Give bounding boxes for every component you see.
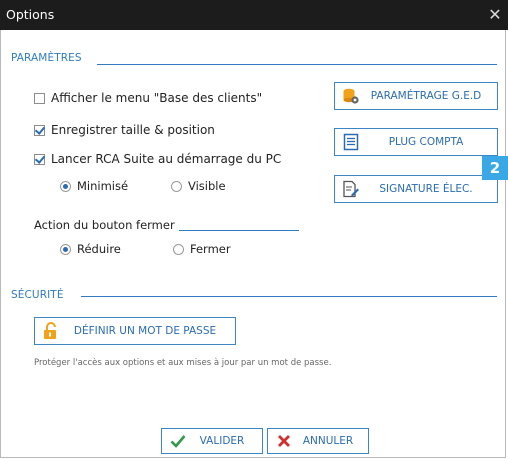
parametres-divider [97,64,497,65]
menu-clients-checkbox[interactable] [34,92,45,104]
radio-visible[interactable]: Visible [171,179,226,193]
radio-reduire-label: Réduire [77,242,121,256]
close-action-divider [179,230,299,231]
radio-minimise-circle[interactable] [60,180,71,192]
close-icon[interactable]: ✕ [484,4,506,26]
save-size-checkbox-row[interactable]: Enregistrer taille & position [34,123,215,137]
step-badge: 2 [482,156,508,180]
annuler-label: ANNULER [302,435,354,447]
title-bar: Options ✕ [0,0,508,30]
launch-startup-label: Lancer RCA Suite au démarrage du PC [51,152,282,166]
plug-compta-label: PLUG COMPTA [388,136,464,148]
securite-divider [81,296,497,297]
save-size-checkbox[interactable] [34,124,45,136]
signature-elec-label: SIGNATURE ÉLEC. [379,183,473,195]
radio-fermer-circle[interactable] [173,243,184,255]
radio-fermer-label: Fermer [190,242,231,256]
menu-clients-label: Afficher le menu "Base des clients" [51,91,263,105]
x-mark-icon [274,431,294,451]
launch-startup-checkbox-row[interactable]: Lancer RCA Suite au démarrage du PC [34,152,281,166]
window-title: Options [6,7,55,22]
radio-minimise[interactable]: Minimisé [60,179,128,193]
radio-visible-circle[interactable] [171,180,182,192]
database-gear-icon [341,86,361,106]
launch-startup-checkbox[interactable] [34,153,45,165]
plug-compta-button[interactable]: PLUG COMPTA [334,128,498,156]
password-hint: Protéger l'accès aux options et aux mise… [34,358,332,368]
radio-reduire[interactable]: Réduire [60,242,121,256]
signature-elec-button[interactable]: SIGNATURE ÉLEC. [334,175,498,203]
radio-reduire-circle[interactable] [60,243,71,255]
options-dialog: PARAMÈTRES Afficher le menu "Base des cl… [0,30,506,458]
padlock-icon [41,321,61,341]
radio-minimise-label: Minimisé [77,179,129,193]
save-size-label: Enregistrer taille & position [51,123,215,137]
menu-clients-checkbox-row[interactable]: Afficher le menu "Base des clients" [34,91,262,105]
parametres-section-title: PARAMÈTRES [11,52,82,64]
parametrage-ged-label: PARAMÉTRAGE G.E.D [370,90,482,102]
ledger-icon [341,132,361,152]
valider-label: VALIDER [199,435,245,447]
parametrage-ged-button[interactable]: PARAMÉTRAGE G.E.D [334,82,498,110]
define-password-label: DÉFINIR UN MOT DE PASSE [73,325,217,337]
define-password-button[interactable]: DÉFINIR UN MOT DE PASSE [34,317,236,345]
securite-section-title: SÉCURITÉ [11,289,64,301]
close-action-title: Action du bouton fermer [34,218,175,232]
document-pen-icon [341,179,361,199]
annuler-button[interactable]: ANNULER [267,428,369,454]
checkmark-icon [168,431,188,451]
valider-button[interactable]: VALIDER [161,428,263,454]
radio-fermer[interactable]: Fermer [173,242,231,256]
radio-visible-label: Visible [188,179,226,193]
